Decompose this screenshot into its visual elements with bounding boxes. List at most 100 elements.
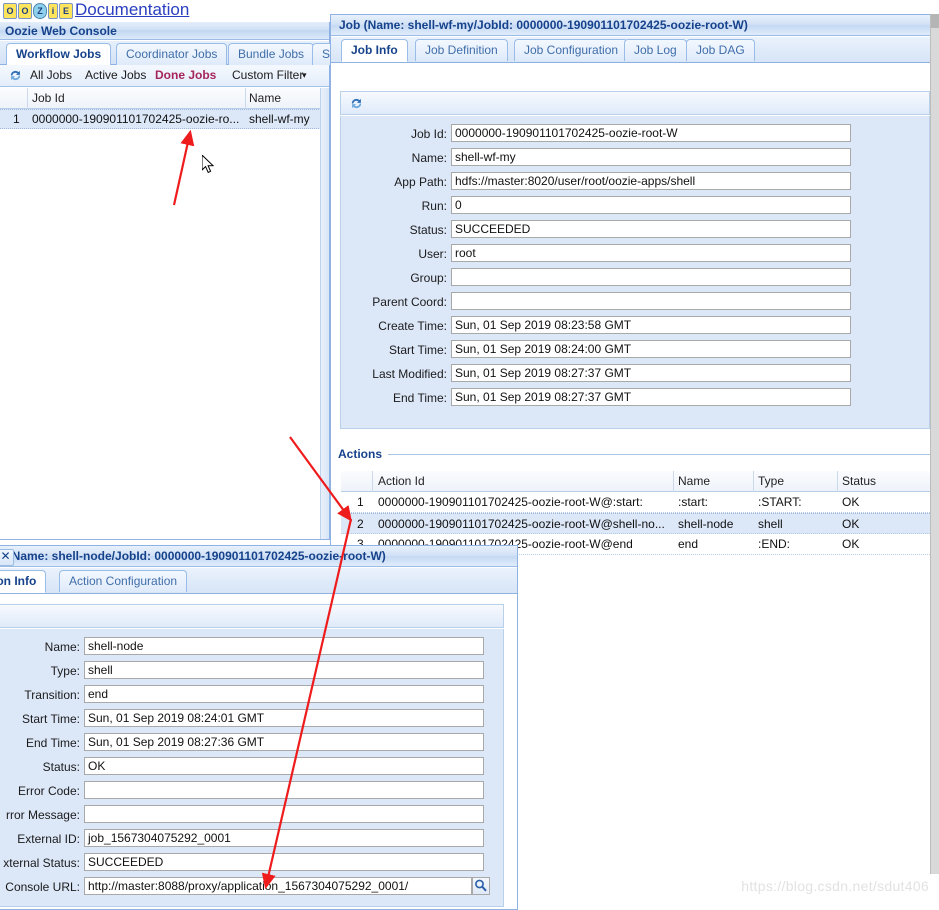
logo-letter-4: E (59, 2, 73, 19)
field-value-create-time[interactable]: Sun, 01 Sep 2019 08:23:58 GMT (451, 316, 851, 334)
tab-job-info[interactable]: Job Info (341, 39, 408, 62)
page-scrollbar-thumb[interactable] (931, 14, 939, 28)
jobs-row-job-id[interactable]: 0000000-190901101702425-oozie-ro... (32, 112, 239, 126)
action-field-value-type[interactable]: shell (84, 661, 484, 679)
field-value-start-time[interactable]: Sun, 01 Sep 2019 08:24:00 GMT (451, 340, 851, 358)
action-field-label-error-message: rror Message: (5, 808, 80, 822)
page-scrollbar[interactable] (930, 14, 939, 874)
table-row[interactable]: 2 0000000-190901101702425-oozie-root-W@s… (341, 513, 939, 534)
filter-all-jobs[interactable]: All Jobs (30, 68, 72, 82)
action-field-row-name: Name: shell-node (0, 636, 503, 660)
chevron-down-icon[interactable]: ▾ (302, 70, 307, 81)
actions-col-type[interactable]: Type (758, 474, 784, 488)
filter-active-jobs[interactable]: Active Jobs (85, 68, 146, 82)
action-row-name: shell-node (678, 517, 734, 531)
tab-job-definition[interactable]: Job Definition (415, 39, 508, 61)
field-value-status[interactable]: SUCCEEDED (451, 220, 851, 238)
oozie-logo: O O Z i E (3, 2, 73, 19)
filter-custom-filter[interactable]: Custom Filter (232, 68, 303, 82)
action-field-label-external-status: xternal Status: (3, 856, 80, 870)
action-field-row-console-url: Console URL: http://master:8088/proxy/ap… (0, 876, 503, 900)
field-label-app-path: App Path: (394, 175, 447, 189)
field-value-job-id[interactable]: 0000000-190901101702425-oozie-root-W (451, 124, 851, 142)
actions-col-divider-0 (372, 471, 373, 492)
actions-col-name[interactable]: Name (678, 474, 710, 488)
jobs-col-job-id[interactable]: Job Id (32, 91, 65, 105)
field-row-run: Run: 0 (341, 195, 929, 219)
watermark-text: https://blog.csdn.net/sdut406 (741, 878, 929, 894)
field-row-create-time: Create Time: Sun, 01 Sep 2019 08:23:58 G… (341, 315, 929, 339)
action-row-action-id[interactable]: 0000000-190901101702425-oozie-root-W@she… (378, 517, 665, 531)
tab-job-configuration[interactable]: Job Configuration (514, 39, 629, 61)
field-value-run[interactable]: 0 (451, 196, 851, 214)
action-field-value-external-id[interactable]: job_1567304075292_0001 (84, 829, 484, 847)
action-row-name: :start: (678, 495, 709, 509)
action-field-row-start-time: Start Time: Sun, 01 Sep 2019 08:24:01 GM… (0, 708, 503, 732)
table-row[interactable]: 1 0000000-190901101702425-oozie-root-W@:… (341, 492, 939, 513)
action-row-status: OK (842, 495, 860, 509)
action-field-label-end-time: End Time: (25, 736, 80, 750)
field-label-last-modified: Last Modified: (372, 367, 447, 381)
action-field-label-transition: Transition: (24, 688, 80, 702)
field-value-app-path[interactable]: hdfs://master:8020/user/root/oozie-apps/… (451, 172, 851, 190)
field-row-end-time: End Time: Sun, 01 Sep 2019 08:27:37 GMT (341, 387, 929, 411)
actions-grid: Action Id Name Type Status 1 0000000-190… (341, 471, 939, 555)
action-field-value-transition[interactable]: end (84, 685, 484, 703)
jobs-col-name[interactable]: Name (249, 91, 281, 105)
field-value-user[interactable]: root (451, 244, 851, 262)
filter-done-jobs[interactable]: Done Jobs (155, 68, 216, 82)
field-label-start-time: Start Time: (388, 343, 447, 357)
refresh-icon[interactable] (349, 96, 364, 114)
table-row[interactable]: 1 0000000-190901101702425-oozie-ro... sh… (0, 109, 329, 129)
job-info-toolbar (340, 91, 930, 115)
actions-col-status[interactable]: Status (842, 474, 876, 488)
tab-job-log[interactable]: Job Log (624, 39, 687, 61)
action-field-value-start-time[interactable]: Sun, 01 Sep 2019 08:24:01 GMT (84, 709, 484, 727)
action-row-type: :END: (758, 537, 791, 551)
tab-action-configuration[interactable]: Action Configuration (59, 570, 188, 592)
action-field-label-status: Status: (42, 760, 80, 774)
job-window-title-text: Job (Name: shell-wf-my/JobId: 0000000-19… (339, 18, 748, 32)
action-field-row-end-time: End Time: Sun, 01 Sep 2019 08:27:36 GMT (0, 732, 503, 756)
action-field-label-external-id: External ID: (17, 832, 80, 846)
field-row-name: Name: shell-wf-my (341, 147, 929, 171)
action-row-name: end (678, 537, 699, 551)
field-value-end-time[interactable]: Sun, 01 Sep 2019 08:27:37 GMT (451, 388, 851, 406)
documentation-link[interactable]: Documentation (75, 0, 189, 20)
action-field-value-console-url[interactable]: http://master:8088/proxy/application_156… (84, 877, 472, 895)
action-row-type: :START: (758, 495, 802, 509)
action-tab-strip: tion Info Action Configuration (0, 568, 517, 594)
actions-col-action-id[interactable]: Action Id (378, 474, 425, 488)
field-value-name[interactable]: shell-wf-my (451, 148, 851, 166)
action-row-action-id[interactable]: 0000000-190901101702425-oozie-root-W@:st… (378, 495, 643, 509)
field-value-parent-coord[interactable] (451, 292, 851, 310)
field-value-last-modified[interactable]: Sun, 01 Sep 2019 08:27:37 GMT (451, 364, 851, 382)
action-field-value-error-message[interactable] (84, 805, 484, 823)
jobs-grid: Job Id Name 1 0000000-190901101702425-oo… (0, 88, 329, 539)
magnifier-icon[interactable] (472, 877, 490, 895)
refresh-icon[interactable] (8, 68, 23, 83)
jobs-filter-bar: All Jobs Active Jobs Done Jobs Custom Fi… (0, 65, 329, 87)
action-detail-window: n (Name: shell-node/JobId: 0000000-19090… (0, 545, 518, 910)
tab-workflow-jobs[interactable]: Workflow Jobs (6, 43, 112, 66)
field-row-start-time: Start Time: Sun, 01 Sep 2019 08:24:00 GM… (341, 339, 929, 363)
jobs-grid-scroll-gutter[interactable] (320, 88, 329, 539)
tab-action-info[interactable]: tion Info (0, 570, 47, 593)
close-icon[interactable]: ✕ (0, 549, 14, 566)
action-field-row-error-code: Error Code: (0, 780, 503, 804)
action-field-row-error-message: rror Message: (0, 804, 503, 828)
field-row-job-id: Job Id: 0000000-190901101702425-oozie-ro… (341, 123, 929, 147)
action-field-value-status[interactable]: OK (84, 757, 484, 775)
action-field-value-error-code[interactable] (84, 781, 484, 799)
actions-legend: Actions (338, 447, 389, 461)
action-field-value-name[interactable]: shell-node (84, 637, 484, 655)
tab-bundle-jobs[interactable]: Bundle Jobs (228, 43, 315, 65)
tab-coordinator-jobs[interactable]: Coordinator Jobs (116, 43, 228, 65)
job-window-title-bar: Job (Name: shell-wf-my/JobId: 0000000-19… (331, 15, 939, 36)
field-value-group[interactable] (451, 268, 851, 286)
action-field-value-end-time[interactable]: Sun, 01 Sep 2019 08:27:36 GMT (84, 733, 484, 751)
action-field-value-external-status[interactable]: SUCCEEDED (84, 853, 484, 871)
action-row-status: OK (842, 517, 860, 531)
tab-job-dag[interactable]: Job DAG (686, 39, 755, 61)
action-row-number: 2 (357, 517, 364, 531)
